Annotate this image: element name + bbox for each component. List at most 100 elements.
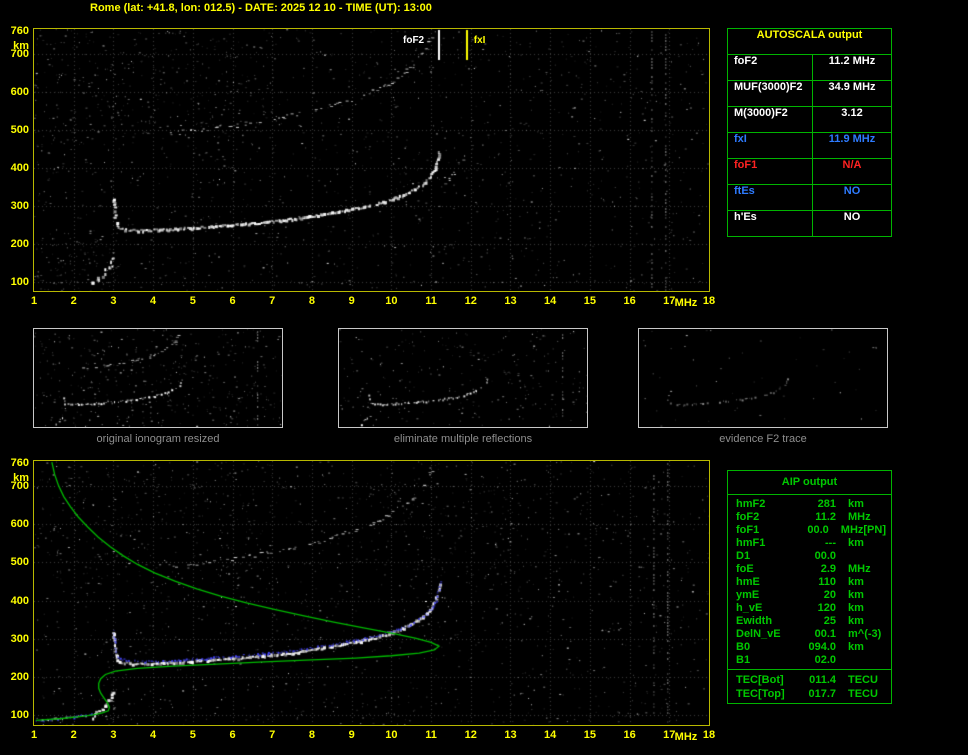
y-tick-label: 100 — [1, 276, 29, 288]
aip-param-unit: km — [836, 576, 864, 589]
aip-param-value: 25 — [802, 615, 836, 628]
x-tick-label: 11 — [418, 295, 444, 307]
y-tick-label: 760 — [1, 457, 29, 469]
y-tick-label: 500 — [1, 124, 29, 136]
aip-param-unit: km — [836, 589, 864, 602]
autoscala-param-label: ftEs — [728, 185, 813, 210]
aip-param-name: ymE — [728, 589, 802, 602]
aip-param-unit: MHz — [836, 511, 871, 524]
y-tick-label: 300 — [1, 200, 29, 212]
thumbnail-canvas-evidence — [639, 329, 887, 427]
aip-param-unit: km — [836, 615, 864, 628]
aip-output-table: AIP output hmF2281kmfoF211.2MHzfoF100.0M… — [727, 470, 892, 704]
x-tick-label: 16 — [617, 729, 643, 741]
aip-param-name: hmF2 — [728, 498, 802, 511]
y-axis-unit-label: km — [1, 472, 29, 484]
y-tick-label: 200 — [1, 238, 29, 250]
autoscala-row: foF1N/A — [728, 159, 891, 185]
thumbnail-caption-filtered: eliminate multiple reflections — [338, 433, 588, 445]
x-tick-label: 3 — [100, 295, 126, 307]
autoscala-row: MUF(3000)F234.9 MHz — [728, 81, 891, 107]
x-tick-label: 18 — [696, 295, 722, 307]
autoscala-output-title: AUTOSCALA output — [728, 29, 891, 55]
x-tick-label: 6 — [220, 729, 246, 741]
aip-row: ymE20km — [728, 589, 891, 602]
aip-row: h_vE120km — [728, 602, 891, 615]
autoscala-row: M(3000)F23.12 — [728, 107, 891, 133]
autoscala-row: ftEsNO — [728, 185, 891, 211]
thumbnail-canvas-original — [34, 329, 282, 427]
aip-row: foE2.9MHz — [728, 563, 891, 576]
autoscala-param-label: h'Es — [728, 211, 813, 236]
aip-param-name: Ewidth — [728, 615, 802, 628]
autoscala-param-label: foF2 — [728, 55, 813, 80]
y-tick-label: 760 — [1, 25, 29, 37]
autoscala-param-label: foF1 — [728, 159, 813, 184]
aip-row: B0094.0km — [728, 641, 891, 654]
y-tick-label: 200 — [1, 671, 29, 683]
aip-param-name: hmF1 — [728, 537, 802, 550]
ionogram-canvas-top — [34, 29, 709, 291]
autoscala-param-value: 34.9 MHz — [813, 81, 891, 106]
aip-param-value: 094.0 — [802, 641, 836, 654]
aip-param-name: DelN_vE — [728, 628, 802, 641]
x-tick-label: 14 — [537, 295, 563, 307]
aip-param-name: foF1 — [728, 524, 797, 537]
aip-row: hmF1---km — [728, 537, 891, 550]
x-tick-label: 7 — [259, 729, 285, 741]
aip-param-value: 281 — [802, 498, 836, 511]
autoscala-param-value: 3.12 — [813, 107, 891, 132]
aip-row: foF100.0MHz[PN] — [728, 524, 891, 537]
aip-row: D100.0 — [728, 550, 891, 563]
aip-param-value: 011.4 — [802, 673, 836, 687]
aip-param-name: h_vE — [728, 602, 802, 615]
y-tick-label: 100 — [1, 709, 29, 721]
aip-param-unit: TECU — [836, 673, 878, 687]
x-tick-label: 13 — [497, 729, 523, 741]
y-tick-label: 400 — [1, 595, 29, 607]
aip-param-unit: km — [836, 602, 864, 615]
autoscala-param-label: fxI — [728, 133, 813, 158]
thumbnail-original-ionogram — [33, 328, 283, 428]
x-tick-label: 9 — [339, 729, 365, 741]
thumbnail-canvas-filtered — [339, 329, 587, 427]
aip-param-name: B0 — [728, 641, 802, 654]
autoscala-param-value: N/A — [813, 159, 891, 184]
x-tick-label: 4 — [140, 295, 166, 307]
x-tick-label: 15 — [577, 729, 603, 741]
aip-param-unit: MHz — [829, 524, 864, 537]
aip-param-name: TEC[Bot] — [728, 673, 802, 687]
autoscala-param-value: NO — [813, 211, 891, 236]
autoscala-row: h'EsNO — [728, 211, 891, 236]
aip-output-title: AIP output — [728, 471, 891, 495]
aip-param-value: 00.0 — [797, 524, 829, 537]
autoscala-row: foF211.2 MHz — [728, 55, 891, 81]
aip-row: Ewidth25km — [728, 615, 891, 628]
x-tick-label: 12 — [458, 729, 484, 741]
x-tick-label: 8 — [299, 295, 325, 307]
aip-tec-rows: TEC[Bot]011.4TECUTEC[Top]017.7TECU — [728, 669, 891, 703]
aip-param-value: 11.2 — [802, 511, 836, 524]
x-tick-label: 2 — [61, 295, 87, 307]
x-tick-label: 8 — [299, 729, 325, 741]
aip-rows: hmF2281kmfoF211.2MHzfoF100.0MHz[PN]hmF1-… — [728, 495, 891, 669]
x-tick-label: 2 — [61, 729, 87, 741]
y-tick-label: 300 — [1, 633, 29, 645]
x-tick-label: 9 — [339, 295, 365, 307]
y-tick-label: 600 — [1, 518, 29, 530]
x-tick-label: 15 — [577, 295, 603, 307]
aip-param-value: 017.7 — [802, 687, 836, 701]
x-axis-unit-label: MHz — [673, 731, 699, 743]
y-tick-label: 500 — [1, 556, 29, 568]
fxi-marker-label: fxI — [474, 35, 486, 46]
y-tick-label: 400 — [1, 162, 29, 174]
autoscala-param-value: 11.2 MHz — [813, 55, 891, 80]
y-tick-label: 600 — [1, 86, 29, 98]
aip-param-value: 110 — [802, 576, 836, 589]
x-tick-label: 7 — [259, 295, 285, 307]
x-tick-label: 5 — [180, 729, 206, 741]
aip-row: hmF2281km — [728, 498, 891, 511]
autoscala-output-table: AUTOSCALA output foF211.2 MHzMUF(3000)F2… — [727, 28, 892, 237]
autoscala-row: fxI11.9 MHz — [728, 133, 891, 159]
aip-row: TEC[Bot]011.4TECU — [728, 673, 891, 687]
